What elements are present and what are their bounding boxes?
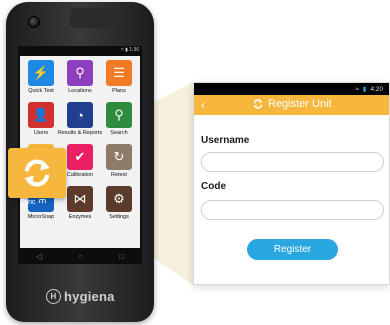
app-label: Enzymes — [68, 214, 92, 220]
gear-icon: ⚙ — [106, 186, 132, 212]
app-label: Results & Reports — [57, 130, 103, 136]
app-tile[interactable]: ⋈ Enzymes — [61, 186, 99, 220]
app-tile[interactable]: ☰ Plans — [100, 60, 138, 94]
hygiena-logo-icon: H — [46, 289, 61, 304]
register-unit-screen: ≈ ▮ 4:20 ‹ Register Unit Username Code R… — [193, 82, 390, 285]
app-label: Plans — [112, 88, 126, 94]
app-label: Settings — [109, 214, 129, 220]
retest-icon: ↻ — [106, 144, 132, 170]
sync-icon — [24, 159, 50, 187]
header-title: Register Unit — [252, 98, 332, 110]
code-input-wrap — [194, 200, 384, 220]
app-tile[interactable]: ✔ Calibration — [61, 144, 99, 178]
panel-status-time: 4:20 — [370, 85, 383, 93]
username-label: Username — [201, 135, 250, 146]
app-label: Locations — [68, 88, 92, 94]
username-input-wrap — [194, 152, 384, 172]
app-tile[interactable]: ⚲ Search — [100, 102, 138, 136]
app-label: Calibration — [66, 172, 94, 178]
panel-status-bar: ≈ ▮ 4:20 — [194, 83, 389, 95]
user-icon: 👤 — [28, 102, 54, 128]
app-tile[interactable]: ⚲ Locations — [61, 60, 99, 94]
home-nav-icon[interactable]: ○ — [78, 252, 83, 261]
sync-highlight-tile[interactable] — [8, 148, 66, 198]
check-icon: ✔ — [67, 144, 93, 170]
app-label: Users — [33, 130, 49, 136]
stage: ≈ ▮ 1:36 ⚡ Quick Test ⚲ Locations ☰ Plans 👤 Use… — [0, 0, 390, 325]
back-button[interactable]: ‹ — [194, 95, 212, 115]
brand-name: hygiena — [64, 289, 115, 304]
register-button[interactable]: Register — [247, 239, 338, 260]
network-icon: ⋈ — [67, 186, 93, 212]
search-icon: ⚲ — [106, 102, 132, 128]
app-tile[interactable]: ◔ Results & Reports — [57, 102, 103, 136]
device-status-time: 1:36 — [129, 47, 139, 53]
app-tile[interactable]: ⚙ Settings — [100, 186, 138, 220]
app-label: Quick Test — [28, 88, 54, 94]
code-input[interactable] — [201, 200, 384, 220]
sync-icon — [253, 99, 263, 109]
app-tile[interactable]: 👤 Users — [22, 102, 60, 136]
map-pin-icon: ⚲ — [67, 60, 93, 86]
device-top-cap — [70, 8, 118, 28]
battery-icon: ▮ — [362, 86, 367, 93]
app-label: Search — [110, 130, 128, 136]
code-label: Code — [201, 181, 226, 192]
page-title: Register Unit — [268, 98, 332, 110]
app-label: Retest — [111, 172, 127, 178]
lightning-icon: ⚡ — [28, 60, 54, 86]
camera-icon — [28, 16, 40, 28]
username-label-wrap: Username — [194, 135, 249, 146]
pie-chart-icon: ◔ — [67, 102, 93, 128]
recent-apps-icon[interactable]: □ — [119, 252, 124, 261]
back-nav-icon[interactable]: ◁ — [36, 252, 42, 261]
chevron-left-icon: ‹ — [201, 98, 205, 112]
username-input[interactable] — [201, 152, 384, 172]
app-tile[interactable]: ⚡ Quick Test — [22, 60, 60, 94]
app-label: MicroSnap — [27, 214, 55, 220]
panel-header: ‹ Register Unit — [194, 95, 389, 115]
list-icon: ☰ — [106, 60, 132, 86]
wifi-icon: ≈ — [355, 85, 359, 93]
app-tile[interactable]: ↻ Retest — [100, 144, 138, 178]
brand-logo: H hygiena — [46, 289, 115, 304]
sync-highlight-label: Sync — [20, 199, 36, 206]
code-label-wrap: Code — [194, 181, 226, 192]
device-status-bar: ≈ ▮ 1:36 — [18, 46, 142, 54]
android-nav-bar: ◁ ○ □ — [18, 248, 142, 264]
